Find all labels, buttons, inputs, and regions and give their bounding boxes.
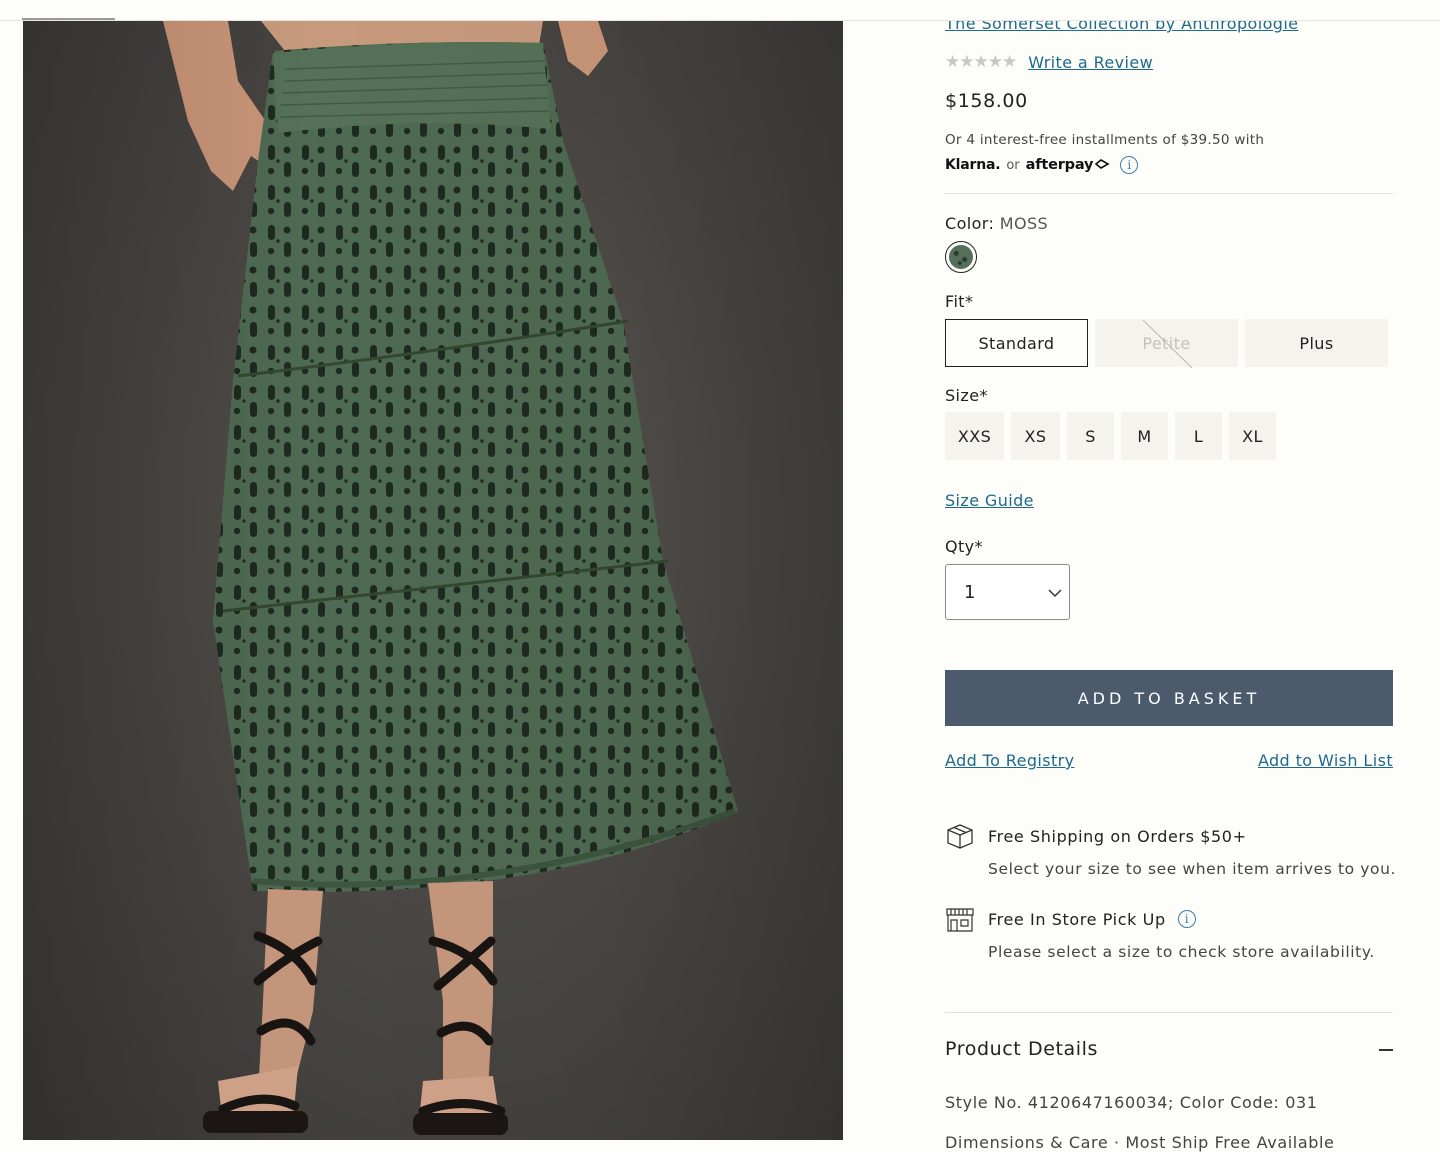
fit-option-plus[interactable]: Plus bbox=[1245, 319, 1388, 367]
add-to-wishlist-link[interactable]: Add to Wish List bbox=[1258, 751, 1393, 770]
product-price: $158.00 bbox=[945, 90, 1028, 112]
divider bbox=[945, 1012, 1393, 1013]
size-option-s[interactable]: S bbox=[1067, 412, 1114, 460]
product-image[interactable] bbox=[23, 21, 843, 1140]
quantity-value: 1 bbox=[964, 581, 976, 603]
free-shipping-subtitle: Select your size to see when item arrive… bbox=[988, 860, 1397, 878]
box-icon bbox=[947, 824, 973, 849]
product-details-title[interactable]: Product Details bbox=[945, 1038, 1098, 1060]
collapse-minus-icon[interactable] bbox=[1379, 1049, 1393, 1051]
size-option-l[interactable]: L bbox=[1175, 412, 1222, 460]
free-shipping-title: Free Shipping on Orders $50+ bbox=[988, 826, 1247, 846]
payment-options: Klarna. or afterpay i bbox=[945, 153, 1139, 177]
store-pickup-title: Free In Store Pick Up bbox=[988, 909, 1166, 929]
size-guide-link[interactable]: Size Guide bbox=[945, 491, 1034, 510]
fit-options: Standard Petite Plus bbox=[945, 319, 1388, 368]
size-option-xs[interactable]: XS bbox=[1011, 412, 1060, 460]
add-to-registry-link[interactable]: Add To Registry bbox=[945, 751, 1075, 770]
divider bbox=[945, 193, 1393, 194]
swatch-fill bbox=[949, 245, 973, 269]
color-label-text: Color: bbox=[945, 214, 995, 233]
color-swatch-moss[interactable] bbox=[945, 241, 977, 273]
klarna-logo[interactable]: Klarna. bbox=[945, 157, 1001, 173]
info-icon[interactable]: i bbox=[1120, 156, 1139, 174]
chevron-down-icon bbox=[1048, 589, 1062, 598]
store-pickup-subtitle: Please select a size to check store avai… bbox=[988, 943, 1375, 961]
size-option-xl[interactable]: XL bbox=[1229, 412, 1276, 460]
color-value: MOSS bbox=[999, 214, 1049, 233]
pickup-info-icon[interactable]: i bbox=[1177, 910, 1196, 928]
star-rating-icon: ★★★★★ bbox=[945, 52, 1017, 72]
active-tab-indicator bbox=[22, 18, 115, 20]
write-review-link[interactable]: Write a Review bbox=[1028, 53, 1153, 72]
fit-option-petite[interactable]: Petite bbox=[1095, 319, 1238, 368]
quantity-select[interactable]: 1 bbox=[945, 564, 1070, 620]
size-label: Size* bbox=[945, 386, 988, 405]
afterpay-label: afterpay bbox=[1025, 157, 1094, 173]
or-text: or bbox=[1006, 157, 1020, 173]
unavailable-slash-icon bbox=[1142, 320, 1193, 368]
size-options: XXS XS S M L XL bbox=[945, 412, 1276, 460]
afterpay-logo[interactable]: afterpay bbox=[1026, 157, 1111, 173]
color-label: Color: MOSS bbox=[945, 214, 1048, 233]
size-option-m[interactable]: M bbox=[1121, 412, 1168, 460]
store-icon bbox=[946, 908, 974, 932]
qty-label: Qty* bbox=[945, 537, 983, 556]
installments-text: Or 4 interest-free installments of $39.5… bbox=[945, 132, 1265, 148]
free-shipping-row: Free Shipping on Orders $50+ bbox=[945, 822, 1247, 850]
size-option-xxs[interactable]: XXS bbox=[945, 412, 1004, 460]
fit-label: Fit* bbox=[945, 292, 974, 311]
store-pickup-row: Free In Store Pick Up i bbox=[945, 905, 1196, 933]
top-bar bbox=[0, 0, 1440, 21]
add-to-basket-button[interactable]: ADD TO BASKET bbox=[945, 670, 1393, 726]
afterpay-arrows-icon bbox=[1094, 159, 1110, 169]
details-text-cutoff: Dimensions & Care · Most Ship Free Avail… bbox=[945, 1133, 1335, 1152]
style-number: Style No. 4120647160034; Color Code: 031 bbox=[945, 1093, 1318, 1112]
fit-option-standard[interactable]: Standard bbox=[945, 319, 1088, 367]
skirt-photo bbox=[23, 21, 843, 1140]
rating-row: ★★★★★ Write a Review bbox=[945, 51, 1153, 73]
